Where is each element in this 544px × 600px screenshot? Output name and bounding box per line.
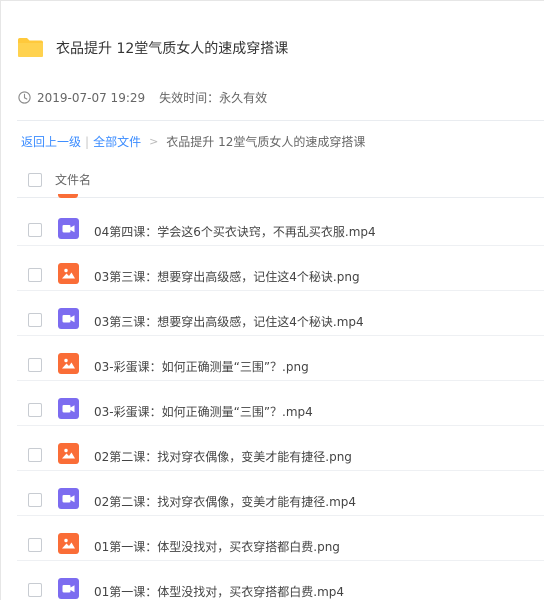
file-list: 04第四课：学会这6个买衣诀窍，不再乱买衣服.mp4 03第三课：想要穿出高级感，… [17,201,544,600]
file-row[interactable]: 02第二课：找对穿衣偶像，变美才能有捷径.mp4 [17,471,544,516]
file-checkbox[interactable] [28,448,42,462]
file-checkbox[interactable] [28,493,42,507]
file-name-link[interactable]: 03-彩蛋课：如何正确测量“三围”？.mp4 [94,403,313,420]
file-name-link[interactable]: 03第三课：想要穿出高级感，记住这4个秘诀.png [94,268,360,285]
share-page: 衣品提升 12堂气质女人的速成穿搭课 2019-07-07 19:29 失效时间… [0,0,544,600]
image-file-icon [58,443,79,464]
file-row[interactable]: 04第四课：学会这6个买衣诀窍，不再乱买衣服.mp4 [17,201,544,246]
file-name-link[interactable]: 01第一课：体型没找对，买衣穿搭都白费.png [94,538,340,555]
folder-icon [17,37,44,58]
clock-icon [18,91,31,104]
file-row[interactable]: 03第三课：想要穿出高级感，记住这4个秘诀.png [17,246,544,291]
file-name-link[interactable]: 04第四课：学会这6个买衣诀窍，不再乱买衣服.mp4 [94,223,376,240]
video-file-icon [58,308,79,329]
table-header: 文件名 [28,171,91,188]
image-file-icon [58,263,79,284]
divider [17,197,544,198]
expire-time: 失效时间：永久有效 [159,91,268,105]
video-file-icon [58,218,79,239]
video-file-icon [58,398,79,419]
file-checkbox[interactable] [28,538,42,552]
video-file-icon [58,578,79,599]
column-header-filename[interactable]: 文件名 [55,171,91,188]
breadcrumb-arrow: > [149,135,159,148]
file-row[interactable]: 03-彩蛋课：如何正确测量“三围”？.png [17,336,544,381]
file-row[interactable]: 03第三课：想要穿出高级感，记住这4个秘诀.mp4 [17,291,544,336]
file-checkbox[interactable] [28,313,42,327]
file-name-link[interactable]: 03-彩蛋课：如何正确测量“三围”？.png [94,358,309,375]
file-checkbox[interactable] [28,223,42,237]
back-link[interactable]: 返回上一级 [21,133,81,150]
file-checkbox[interactable] [28,358,42,372]
image-file-icon [58,194,78,198]
file-name-link[interactable]: 02第二课：找对穿衣偶像，变美才能有捷径.mp4 [94,493,356,510]
select-all-checkbox[interactable] [28,172,42,187]
video-file-icon [58,488,79,509]
share-meta: 2019-07-07 19:29 失效时间：永久有效 [18,89,267,106]
file-row[interactable]: 01第一课：体型没找对，买衣穿搭都白费.png [17,516,544,561]
image-file-icon [58,533,79,554]
file-name-link[interactable]: 03第三课：想要穿出高级感，记住这4个秘诀.mp4 [94,313,364,330]
share-header: 衣品提升 12堂气质女人的速成穿搭课 [17,37,288,58]
file-checkbox[interactable] [28,268,42,282]
file-row[interactable]: 03-彩蛋课：如何正确测量“三围”？.mp4 [17,381,544,426]
all-files-link[interactable]: 全部文件 [93,133,141,150]
image-file-icon [58,353,79,374]
file-row[interactable]: 02第二课：找对穿衣偶像，变美才能有捷径.png [17,426,544,471]
page-title: 衣品提升 12堂气质女人的速成穿搭课 [56,40,289,57]
file-checkbox[interactable] [28,583,42,597]
breadcrumb-separator: | [85,134,90,149]
breadcrumb-current: 衣品提升 12堂气质女人的速成穿搭课 [166,135,366,149]
share-date: 2019-07-07 19:29 [37,90,146,105]
divider [17,120,544,121]
file-checkbox[interactable] [28,403,42,417]
breadcrumb: 返回上一级 | 全部文件 > 衣品提升 12堂气质女人的速成穿搭课 [21,133,365,150]
file-name-link[interactable]: 01第一课：体型没找对，买衣穿搭都白费.mp4 [94,583,344,600]
file-row[interactable]: 01第一课：体型没找对，买衣穿搭都白费.mp4 [17,561,544,600]
file-name-link[interactable]: 02第二课：找对穿衣偶像，变美才能有捷径.png [94,448,352,465]
